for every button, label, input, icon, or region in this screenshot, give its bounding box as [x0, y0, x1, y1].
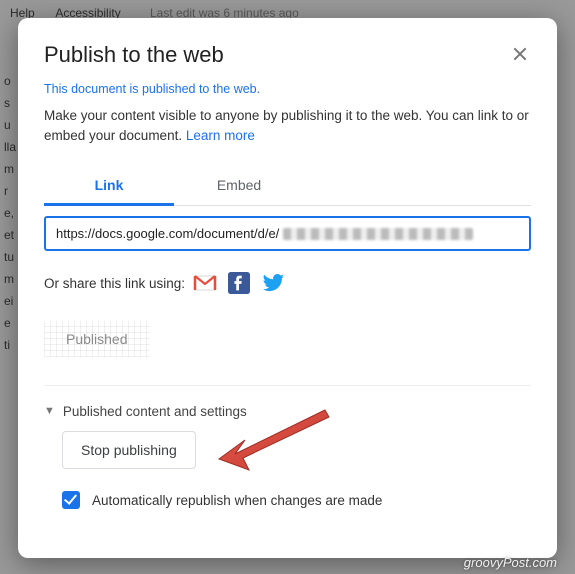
dialog-description: Make your content visible to anyone by p… [44, 106, 531, 145]
published-url-input[interactable]: https://docs.google.com/document/d/e/ [44, 216, 531, 251]
twitter-icon[interactable] [261, 271, 285, 295]
share-label: Or share this link using: [44, 276, 185, 291]
tab-bar: Link Embed [44, 167, 531, 206]
watermark: groovyPost.com [464, 555, 557, 570]
auto-republish-checkbox[interactable] [62, 491, 80, 509]
publish-to-web-dialog: Publish to the web This document is publ… [18, 18, 557, 558]
published-status-text: This document is published to the web. [44, 82, 531, 96]
stop-publishing-button[interactable]: Stop publishing [62, 431, 196, 469]
published-content-settings-toggle[interactable]: ▼ Published content and settings [44, 404, 531, 419]
tab-link[interactable]: Link [44, 167, 174, 206]
published-state-label: Published [44, 321, 150, 357]
divider [44, 385, 531, 386]
published-url-obfuscated [283, 228, 473, 240]
learn-more-link[interactable]: Learn more [186, 128, 255, 143]
auto-republish-label: Automatically republish when changes are… [92, 493, 382, 508]
dialog-title: Publish to the web [44, 42, 224, 68]
dialog-description-text: Make your content visible to anyone by p… [44, 108, 529, 143]
published-url-prefix: https://docs.google.com/document/d/e/ [56, 226, 279, 241]
tab-embed[interactable]: Embed [174, 167, 304, 205]
chevron-down-icon: ▼ [44, 405, 55, 417]
collapse-label: Published content and settings [63, 404, 247, 419]
close-icon[interactable] [509, 44, 531, 66]
facebook-icon[interactable] [227, 271, 251, 295]
gmail-icon[interactable] [193, 271, 217, 295]
